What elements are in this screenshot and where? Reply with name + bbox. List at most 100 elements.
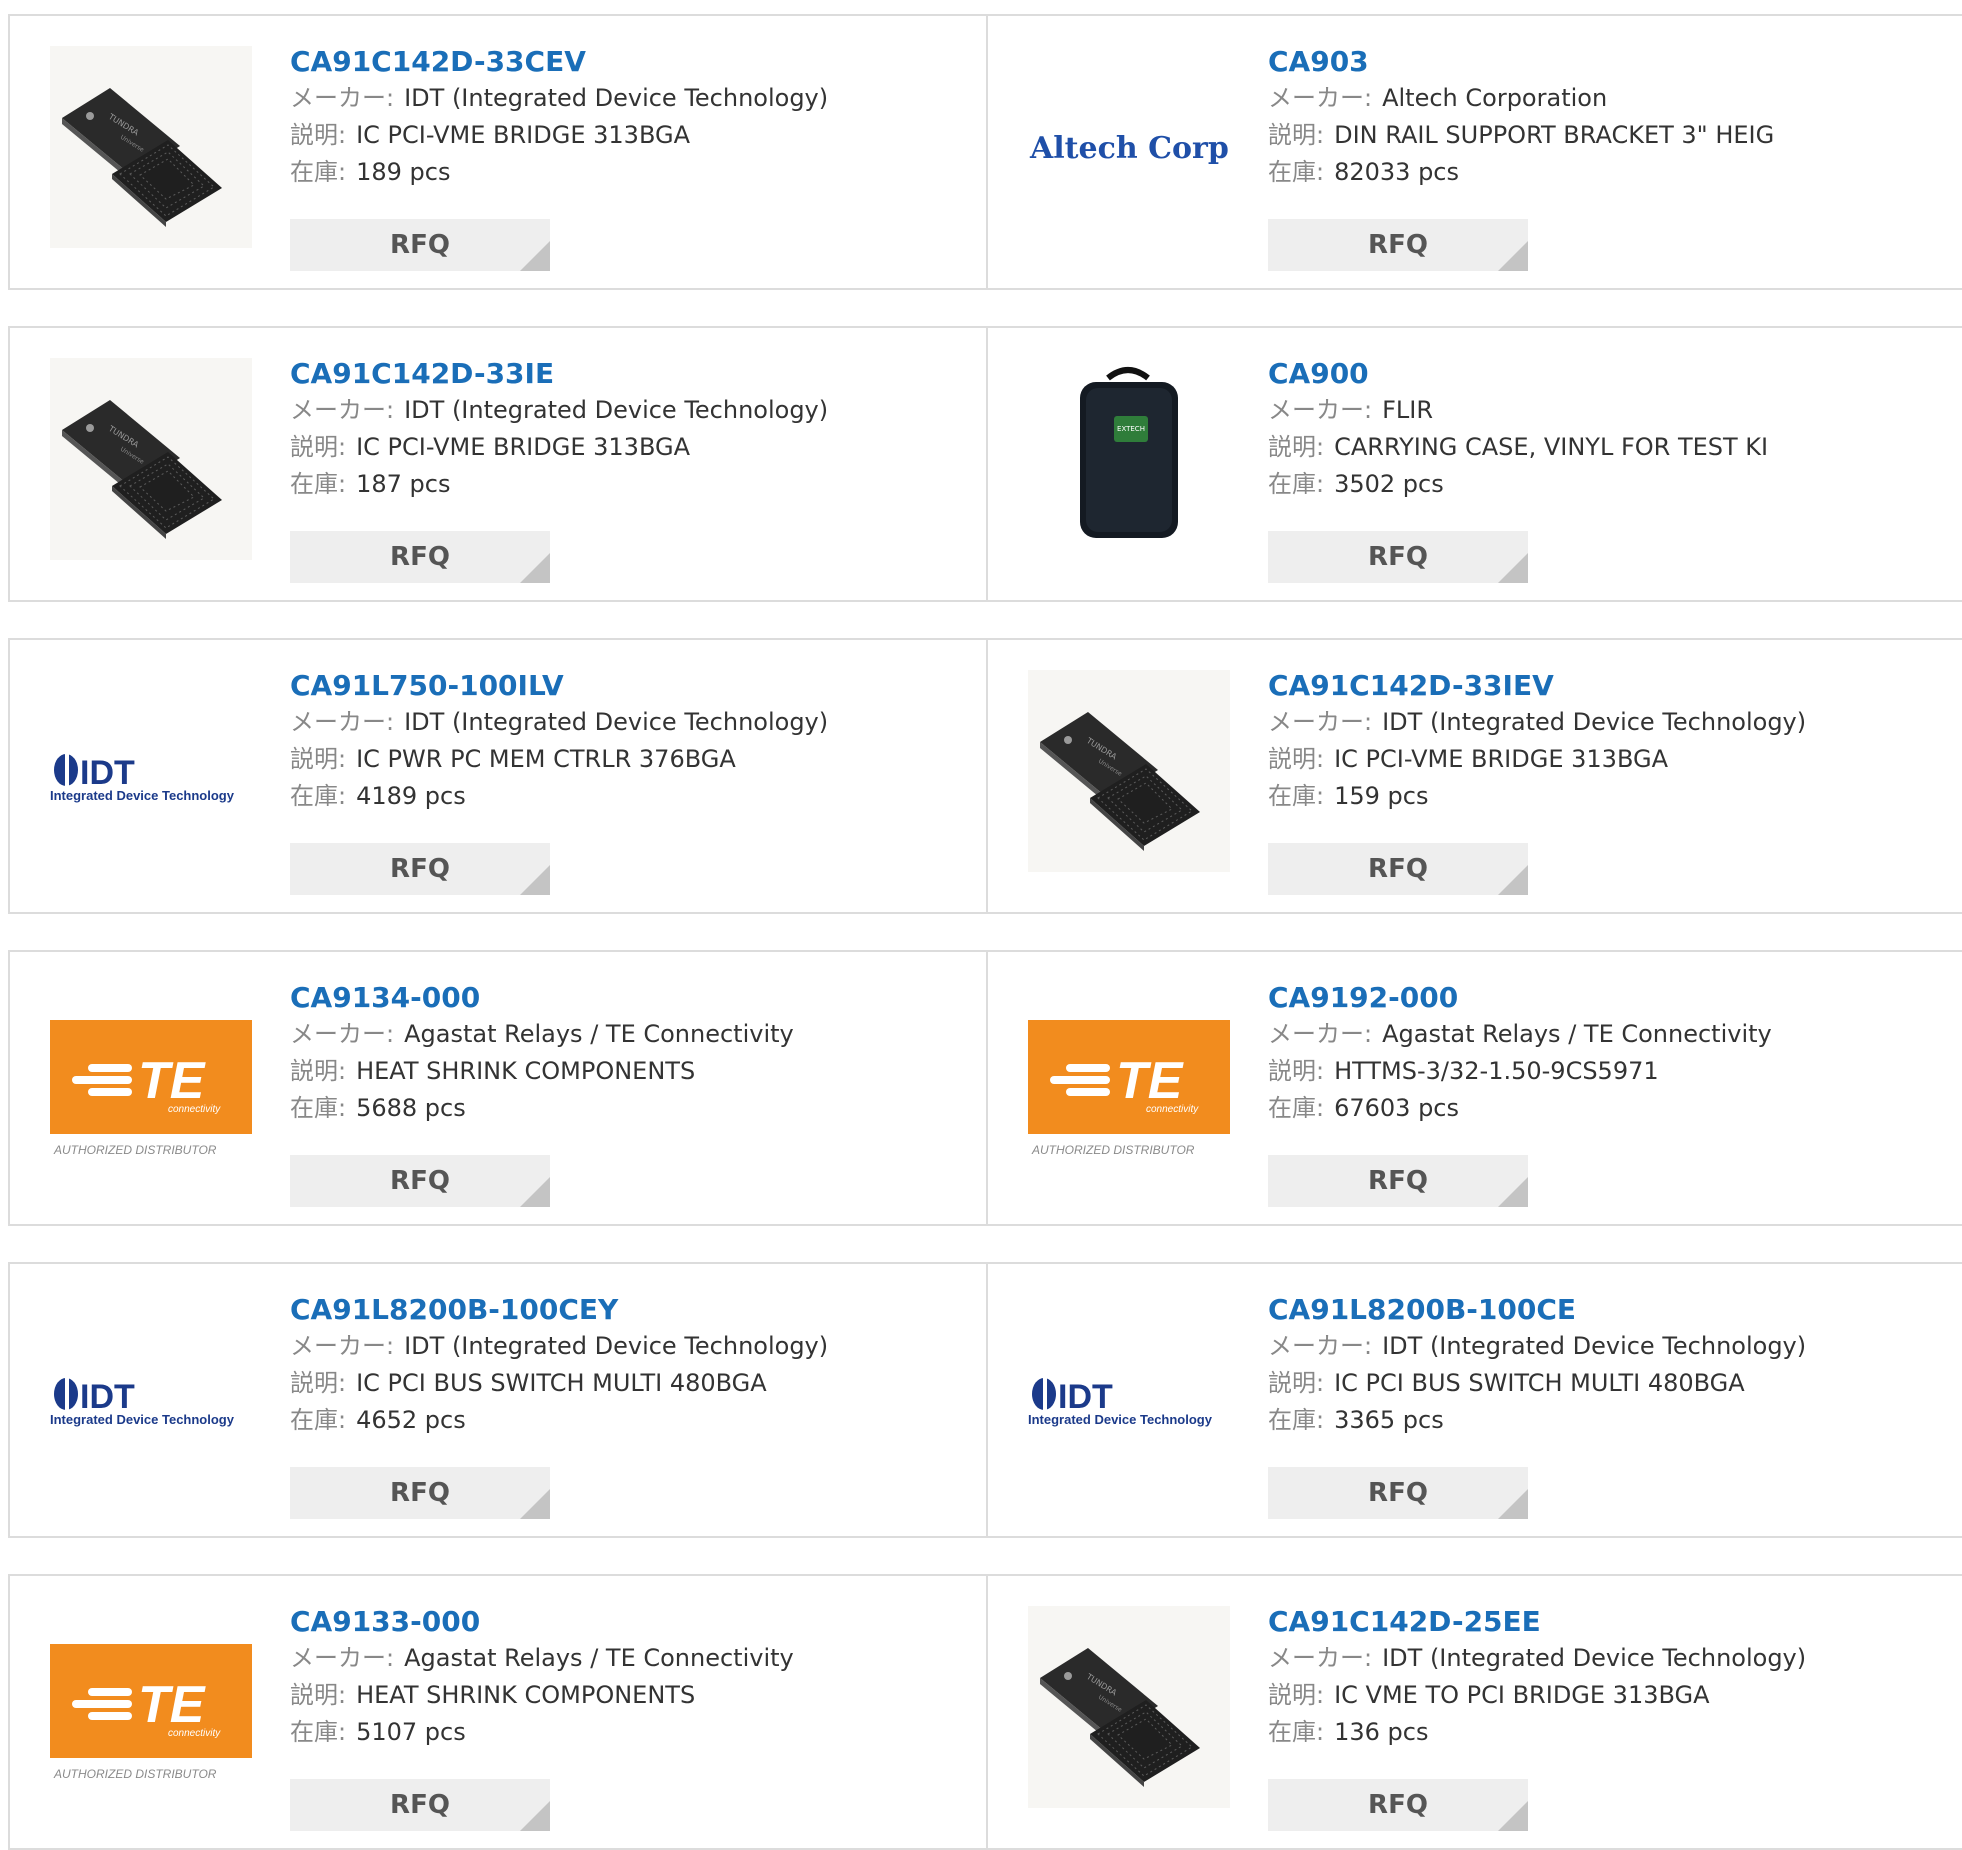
rfq-button[interactable]: RFQ xyxy=(1268,1779,1528,1831)
rfq-button[interactable]: RFQ xyxy=(1268,843,1528,895)
product-card: TUNDRA Universe CA91C142D-25EE メーカー: IDT … xyxy=(986,1574,1962,1850)
product-thumbnail[interactable]: IDT Integrated Device Technology xyxy=(50,1294,252,1496)
rfq-button[interactable]: RFQ xyxy=(1268,1155,1528,1207)
rfq-button[interactable]: RFQ xyxy=(1268,219,1528,271)
stock-value: 3365 pcs xyxy=(1334,1406,1444,1434)
te-logo-subtitle: connectivity xyxy=(168,1728,221,1739)
rfq-button[interactable]: RFQ xyxy=(1268,531,1528,583)
idt-logo-subtitle: Integrated Device Technology xyxy=(50,1412,235,1427)
maker-label: メーカー: xyxy=(1268,1020,1373,1048)
description-row: 説明: CARRYING CASE, VINYL FOR TEST KI xyxy=(1268,429,1954,466)
stock-row: 在庫: 159 pcs xyxy=(1268,778,1954,815)
part-number-link[interactable]: CA903 xyxy=(1268,44,1954,80)
product-thumbnail[interactable]: EXTECH xyxy=(1028,358,1230,560)
product-thumbnail[interactable]: TE connectivity AUTHORIZED DISTRIBUTOR xyxy=(1028,982,1230,1184)
description-label: 説明: xyxy=(1268,1369,1325,1397)
product-info: CA91C142D-33IEV メーカー: IDT (Integrated Dev… xyxy=(1268,668,1954,815)
rfq-corner-decoration xyxy=(1498,553,1528,583)
rfq-corner-decoration xyxy=(520,553,550,583)
rfq-button-label: RFQ xyxy=(390,542,450,572)
product-thumbnail[interactable]: TUNDRA Universe xyxy=(1028,670,1230,872)
part-number-link[interactable]: CA91C142D-33IE xyxy=(290,356,966,392)
product-thumbnail[interactable]: TUNDRA Universe xyxy=(50,358,252,560)
product-thumbnail[interactable]: TUNDRA Universe xyxy=(1028,1606,1230,1808)
description-value: HTTMS-3/32-1.50-9CS5971 xyxy=(1334,1057,1659,1085)
product-info: CA9134-000 メーカー: Agastat Relays / TE Conn… xyxy=(290,980,966,1127)
description-label: 説明: xyxy=(290,745,347,773)
maker-label: メーカー: xyxy=(1268,84,1373,112)
te-connectivity-logo: TE connectivity AUTHORIZED DISTRIBUTOR xyxy=(50,982,252,1184)
description-row: 説明: IC PWR PC MEM CTRLR 376BGA xyxy=(290,741,966,778)
rfq-button-label: RFQ xyxy=(1368,542,1428,572)
rfq-button-label: RFQ xyxy=(390,1790,450,1820)
description-row: 説明: IC VME TO PCI BRIDGE 313BGA xyxy=(1268,1677,1954,1714)
maker-label: メーカー: xyxy=(290,708,395,736)
rfq-button[interactable]: RFQ xyxy=(290,1779,550,1831)
product-card: IDT Integrated Device Technology CA91L82… xyxy=(986,1262,1962,1538)
description-value: IC PCI BUS SWITCH MULTI 480BGA xyxy=(1334,1369,1745,1397)
rfq-button[interactable]: RFQ xyxy=(290,1467,550,1519)
maker-value: IDT (Integrated Device Technology) xyxy=(404,396,829,424)
rfq-button-label: RFQ xyxy=(390,854,450,884)
part-number-link[interactable]: CA91L8200B-100CEY xyxy=(290,1292,966,1328)
part-number-link[interactable]: CA9134-000 xyxy=(290,980,966,1016)
idt-logo: IDT Integrated Device Technology xyxy=(50,1294,252,1496)
part-number-link[interactable]: CA91C142D-25EE xyxy=(1268,1604,1954,1640)
part-number-link[interactable]: CA91C142D-33IEV xyxy=(1268,668,1954,704)
part-number-link[interactable]: CA91L8200B-100CE xyxy=(1268,1292,1954,1328)
maker-value: IDT (Integrated Device Technology) xyxy=(1382,1644,1807,1672)
product-card: TUNDRA Universe CA91C142D-33CEV メーカー: IDT… xyxy=(8,14,988,290)
stock-value: 5107 pcs xyxy=(356,1718,466,1746)
part-number-link[interactable]: CA9192-000 xyxy=(1268,980,1954,1016)
rfq-button-label: RFQ xyxy=(1368,854,1428,884)
maker-value: IDT (Integrated Device Technology) xyxy=(1382,708,1807,736)
part-number-link[interactable]: CA91C142D-33CEV xyxy=(290,44,966,80)
stock-row: 在庫: 4652 pcs xyxy=(290,1402,966,1439)
rfq-button[interactable]: RFQ xyxy=(290,219,550,271)
stock-row: 在庫: 4189 pcs xyxy=(290,778,966,815)
maker-row: メーカー: IDT (Integrated Device Technology) xyxy=(290,80,966,117)
maker-value: FLIR xyxy=(1382,396,1434,424)
case-badge-text: EXTECH xyxy=(1117,425,1145,433)
rfq-button[interactable]: RFQ xyxy=(290,843,550,895)
description-label: 説明: xyxy=(290,121,347,149)
idt-logo-mark: IDT xyxy=(80,1378,135,1416)
maker-row: メーカー: Agastat Relays / TE Connectivity xyxy=(290,1016,966,1053)
product-thumbnail[interactable]: IDT Integrated Device Technology xyxy=(50,670,252,872)
product-thumbnail[interactable]: TUNDRA Universe xyxy=(50,46,252,248)
product-thumbnail[interactable]: TE connectivity AUTHORIZED DISTRIBUTOR xyxy=(50,982,252,1184)
stock-row: 在庫: 3502 pcs xyxy=(1268,466,1954,503)
part-number-link[interactable]: CA91L750-100ILV xyxy=(290,668,966,704)
description-value: HEAT SHRINK COMPONENTS xyxy=(356,1057,696,1085)
description-label: 説明: xyxy=(1268,121,1325,149)
rfq-button[interactable]: RFQ xyxy=(290,531,550,583)
stock-label: 在庫: xyxy=(290,470,347,498)
description-value: IC PWR PC MEM CTRLR 376BGA xyxy=(356,745,736,773)
stock-value: 3502 pcs xyxy=(1334,470,1444,498)
rfq-button-label: RFQ xyxy=(1368,230,1428,260)
part-number-link[interactable]: CA9133-000 xyxy=(290,1604,966,1640)
maker-row: メーカー: IDT (Integrated Device Technology) xyxy=(1268,1328,1954,1365)
maker-row: メーカー: Agastat Relays / TE Connectivity xyxy=(290,1640,966,1677)
product-thumbnail[interactable]: Altech Corp. xyxy=(1028,46,1230,248)
description-label: 説明: xyxy=(290,433,347,461)
description-label: 説明: xyxy=(290,1369,347,1397)
product-card: IDT Integrated Device Technology CA91L75… xyxy=(8,638,988,914)
bga-chip-image: TUNDRA Universe xyxy=(50,358,252,560)
maker-label: メーカー: xyxy=(1268,396,1373,424)
product-card: EXTECH CA900 メーカー: FLIR 説明: CARRYING CASE,… xyxy=(986,326,1962,602)
bga-chip-image: TUNDRA Universe xyxy=(1028,670,1230,872)
rfq-button-label: RFQ xyxy=(1368,1790,1428,1820)
bga-chip-image: TUNDRA Universe xyxy=(50,46,252,248)
description-value: HEAT SHRINK COMPONENTS xyxy=(356,1681,696,1709)
rfq-button[interactable]: RFQ xyxy=(290,1155,550,1207)
product-thumbnail[interactable]: IDT Integrated Device Technology xyxy=(1028,1294,1230,1496)
idt-logo-subtitle: Integrated Device Technology xyxy=(50,788,235,803)
product-thumbnail[interactable]: TE connectivity AUTHORIZED DISTRIBUTOR xyxy=(50,1606,252,1808)
product-card: IDT Integrated Device Technology CA91L82… xyxy=(8,1262,988,1538)
rfq-corner-decoration xyxy=(520,241,550,271)
part-number-link[interactable]: CA900 xyxy=(1268,356,1954,392)
rfq-button[interactable]: RFQ xyxy=(1268,1467,1528,1519)
stock-row: 在庫: 82033 pcs xyxy=(1268,154,1954,191)
rfq-corner-decoration xyxy=(520,865,550,895)
